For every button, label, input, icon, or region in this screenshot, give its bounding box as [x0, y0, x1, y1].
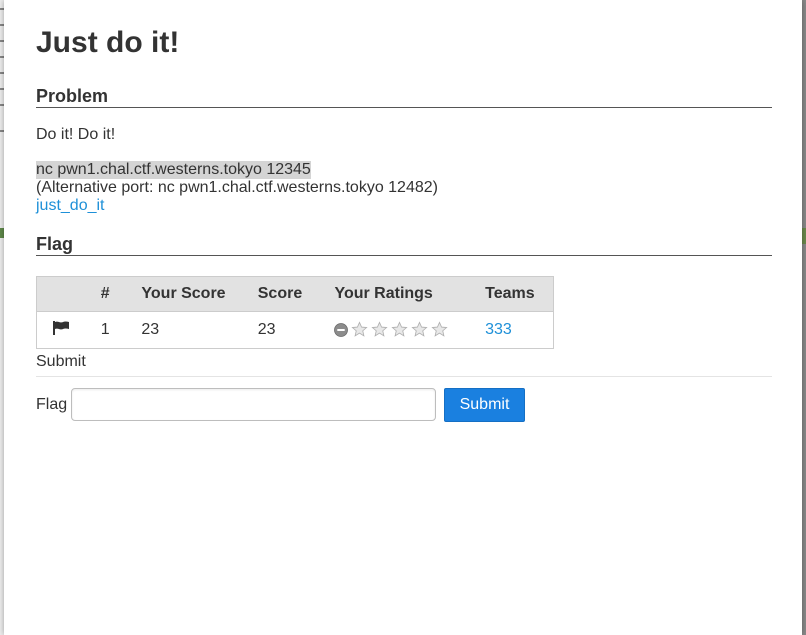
star-icon[interactable]: [431, 321, 449, 338]
problem-command: nc pwn1.chal.ctf.westerns.tokyo 12345: [36, 161, 311, 179]
flag-field-label: Flag: [36, 396, 68, 413]
flag-heading: Flag: [36, 234, 772, 256]
flag-table-header: # Your Score Score Your Ratings Teams: [36, 276, 554, 312]
col-your-ratings: Your Ratings: [334, 276, 486, 312]
row-your-score: 23: [141, 311, 258, 349]
problem-description: Do it! Do it!: [36, 126, 116, 143]
flag-input[interactable]: [71, 388, 436, 421]
col-number: #: [100, 276, 142, 312]
star-icon[interactable]: [411, 321, 429, 338]
rating-stars: [334, 321, 449, 338]
table-row: 1 23 23 333: [36, 311, 554, 349]
star-icon[interactable]: [391, 321, 409, 338]
attachment-link[interactable]: just_do_it: [36, 197, 105, 215]
star-icon[interactable]: [371, 321, 389, 338]
col-score: Score: [257, 276, 335, 312]
teams-link[interactable]: 333: [485, 321, 512, 338]
clear-rating-icon[interactable]: [334, 322, 349, 337]
star-icon[interactable]: [351, 321, 369, 338]
col-your-score: Your Score: [141, 276, 258, 312]
row-number: 1: [100, 311, 142, 349]
flag-icon: [53, 320, 69, 340]
row-score: 23: [257, 311, 335, 349]
row-icon-cell: [36, 311, 101, 349]
col-teams: Teams: [485, 276, 554, 312]
submit-section-label: Submit: [36, 353, 86, 370]
problem-alternative-port: (Alternative port: nc pwn1.chal.ctf.west…: [36, 179, 438, 196]
row-ratings: [334, 311, 486, 349]
challenge-modal: Just do it! Problem Do it! Do it! nc pwn…: [4, 0, 802, 635]
col-icon: [36, 276, 101, 312]
submit-button[interactable]: Submit: [444, 388, 525, 422]
problem-heading: Problem: [36, 86, 772, 108]
divider: [36, 376, 772, 377]
challenge-title: Just do it!: [36, 26, 180, 59]
background-page-edge-right: [802, 0, 806, 635]
flag-table: # Your Score Score Your Ratings Teams 1 …: [36, 276, 554, 349]
row-teams: 333: [485, 311, 554, 349]
